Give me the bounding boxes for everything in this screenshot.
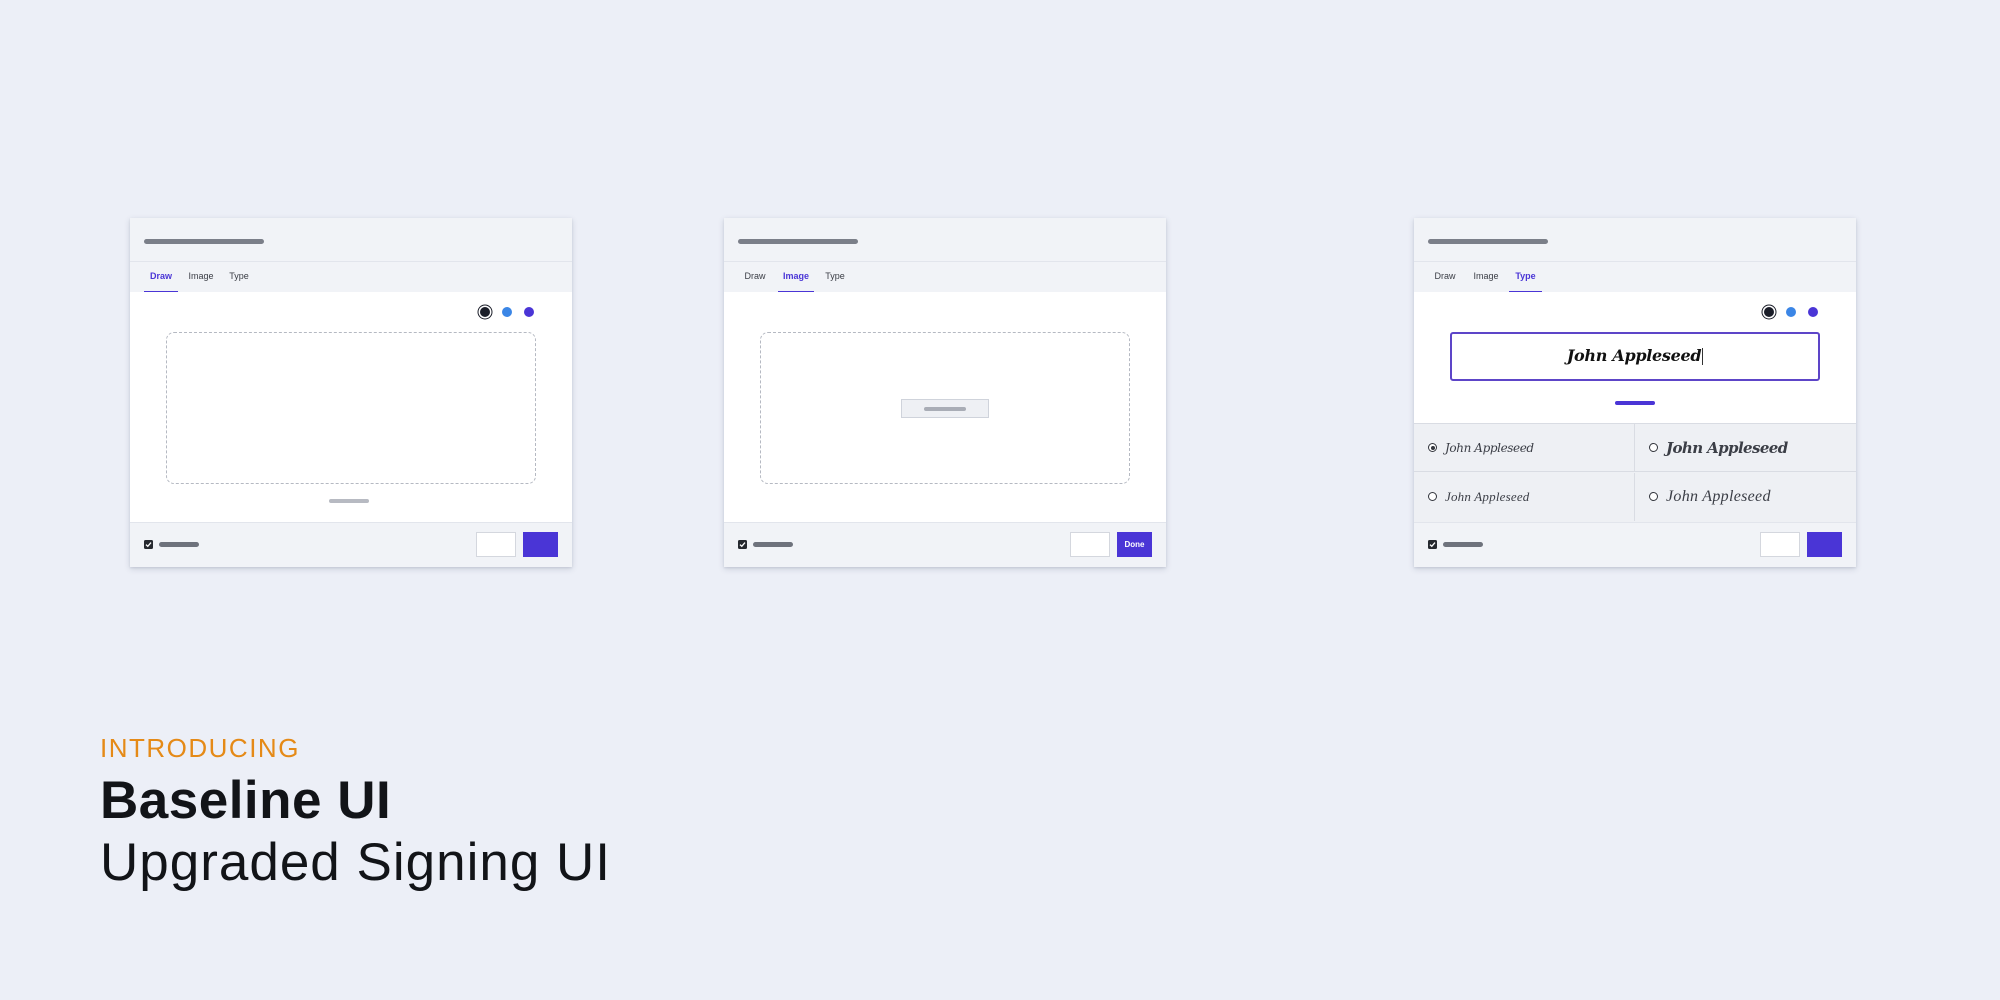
color-swatch-black[interactable]: [480, 307, 490, 317]
tab-draw[interactable]: Draw: [1434, 262, 1456, 292]
dialog-header: [1414, 218, 1856, 262]
cancel-button[interactable]: [1070, 532, 1110, 557]
font-option-sample: John Appleseed: [1666, 488, 1771, 505]
consent-label-placeholder: [159, 542, 199, 547]
consent-label-placeholder: [1443, 542, 1483, 547]
font-option-radio[interactable]: [1428, 443, 1437, 452]
type-panel: John Appleseed: [1414, 292, 1856, 423]
font-option-2[interactable]: John Appleseed: [1635, 424, 1856, 472]
font-option-sample: John Appleseed: [1445, 489, 1530, 504]
cancel-button[interactable]: [476, 532, 516, 557]
font-option-radio[interactable]: [1649, 492, 1658, 501]
consent-checkbox[interactable]: [144, 540, 153, 549]
done-button[interactable]: Done: [1117, 532, 1152, 557]
dialog-title-placeholder: [738, 239, 858, 244]
dialog-header: [724, 218, 1166, 262]
tab-type[interactable]: Type: [822, 262, 848, 292]
color-swatch-black[interactable]: [1764, 307, 1774, 317]
name-input-value: John Appleseed: [1566, 346, 1702, 365]
image-panel: [724, 292, 1166, 522]
clear-link-placeholder[interactable]: [329, 499, 369, 503]
dialog-header: [130, 218, 572, 262]
signature-tabs: Draw Image Type: [724, 262, 1166, 292]
dialog-footer: Done: [724, 522, 1166, 567]
color-swatch-indigo[interactable]: [1808, 307, 1818, 317]
hero-subtitle: Upgraded Signing UI: [100, 833, 612, 892]
font-option-sample: John Appleseed: [1445, 441, 1534, 455]
font-style-options: John Appleseed John Appleseed John Apple…: [1414, 423, 1856, 522]
upload-label-placeholder: [924, 407, 966, 411]
tab-draw[interactable]: Draw: [744, 262, 766, 292]
dialog-title-placeholder: [144, 239, 264, 244]
check-icon: [1429, 542, 1436, 548]
check-icon: [739, 542, 746, 548]
tab-draw[interactable]: Draw: [144, 262, 178, 292]
done-button[interactable]: [523, 532, 558, 557]
color-swatch-blue[interactable]: [1786, 307, 1796, 317]
cancel-button[interactable]: [1760, 532, 1800, 557]
consent-checkbox[interactable]: [1428, 540, 1437, 549]
signature-dialog-draw: Draw Image Type: [130, 218, 572, 567]
image-drop-zone[interactable]: [760, 332, 1130, 484]
signature-tabs: Draw Image Type: [130, 262, 572, 292]
signature-dialog-image: Draw Image Type Done: [724, 218, 1166, 567]
signature-tabs: Draw Image Type: [1414, 262, 1856, 292]
hero-title: Baseline UI: [100, 771, 392, 830]
font-option-1[interactable]: John Appleseed: [1414, 424, 1635, 472]
font-option-radio[interactable]: [1649, 443, 1658, 452]
dialog-footer: [1414, 522, 1856, 567]
font-option-sample: John Appleseed: [1666, 439, 1788, 457]
dialog-footer: [130, 522, 572, 567]
upload-button[interactable]: [901, 399, 989, 418]
tab-image[interactable]: Image: [778, 262, 814, 292]
draw-panel: [130, 292, 572, 522]
text-caret: [1702, 348, 1704, 365]
color-swatch-blue[interactable]: [502, 307, 512, 317]
font-option-3[interactable]: John Appleseed: [1414, 473, 1635, 521]
dialog-title-placeholder: [1428, 239, 1548, 244]
tab-type[interactable]: Type: [1509, 262, 1542, 292]
hero-kicker: INTRODUCING: [100, 733, 300, 763]
tab-image[interactable]: Image: [186, 262, 216, 292]
name-input[interactable]: John Appleseed: [1450, 332, 1820, 381]
signature-dialog-type: Draw Image Type John Appleseed John Appl…: [1414, 218, 1856, 567]
font-option-radio[interactable]: [1428, 492, 1437, 501]
consent-checkbox[interactable]: [738, 540, 747, 549]
color-swatch-indigo[interactable]: [524, 307, 534, 317]
tab-type[interactable]: Type: [226, 262, 252, 292]
done-button[interactable]: [1807, 532, 1842, 557]
signature-draw-canvas[interactable]: [166, 332, 536, 484]
clear-link-placeholder[interactable]: [1615, 401, 1655, 405]
check-icon: [145, 542, 152, 548]
tab-image[interactable]: Image: [1472, 262, 1500, 292]
consent-label-placeholder: [753, 542, 793, 547]
font-option-4[interactable]: John Appleseed: [1635, 473, 1856, 521]
